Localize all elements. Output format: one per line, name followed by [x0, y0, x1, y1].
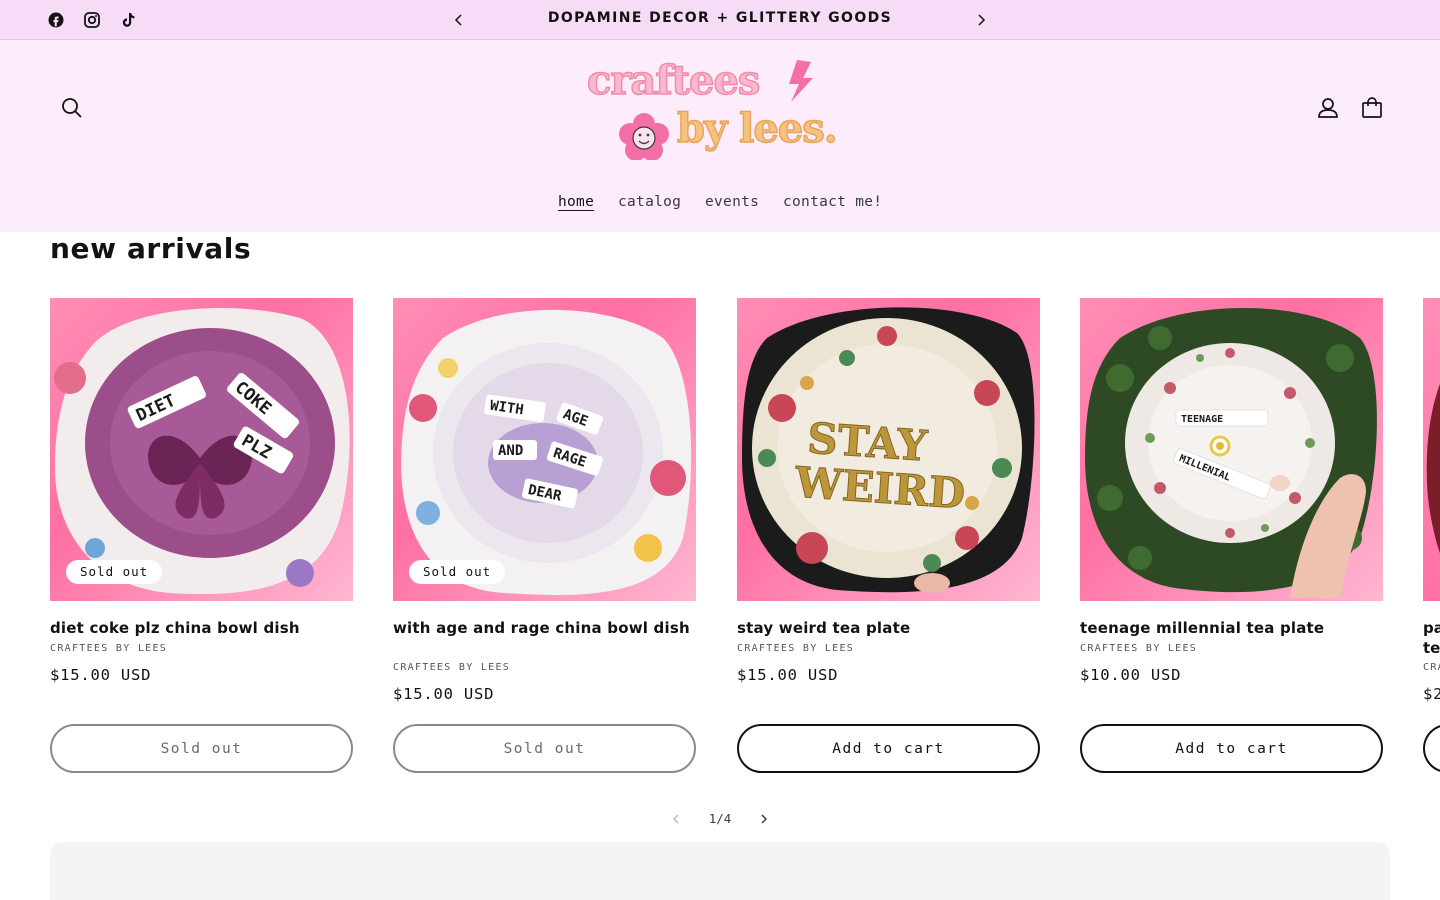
product-vendor: CRAFTEES BY LEES — [1080, 643, 1198, 654]
nav-home[interactable]: home — [558, 194, 594, 210]
product-vendor: CRAFTEES BY LEES — [737, 643, 855, 654]
announcement-bar: DOPAMINE DECOR + GLITTERY GOODS — [0, 0, 1440, 40]
announcement-text: DOPAMINE DECOR + GLITTERY GOODS — [547, 10, 893, 26]
sold-out-badge: Sold out — [409, 560, 506, 584]
product-vendor: CRAFTEES BY LEES — [393, 662, 511, 673]
slider-counter: 1/4 — [708, 811, 732, 826]
plate-text: AND — [498, 443, 523, 459]
product-image[interactable]: STAY WEIRD — [737, 298, 1040, 601]
sold-out-button[interactable]: Sold out — [393, 724, 696, 773]
add-to-cart-button-peek[interactable] — [1423, 724, 1440, 773]
product-vendor: CRAFTEES BY LEES — [50, 643, 168, 654]
product-title[interactable]: diet coke plz china bowl dish — [50, 618, 353, 638]
add-to-cart-button[interactable]: Add to cart — [1080, 724, 1383, 773]
account-icon[interactable] — [1315, 95, 1341, 121]
product-price: $15.00 USD — [50, 666, 152, 684]
add-to-cart-button[interactable]: Add to cart — [737, 724, 1040, 773]
peek-title-line: pa — [1423, 619, 1440, 637]
flower-icon — [619, 113, 669, 160]
product-price-peek: $2 — [1423, 685, 1440, 703]
product-title[interactable]: stay weird tea plate — [737, 618, 1040, 638]
product-title[interactable]: with age and rage china bowl dish — [393, 618, 696, 638]
slider-next-icon[interactable] — [756, 810, 772, 828]
site-header: craftees by lees. home catalog events co… — [0, 40, 1440, 232]
peek-title-line: te — [1423, 639, 1440, 657]
tiktok-icon[interactable] — [119, 11, 137, 29]
nav-contact[interactable]: contact me! — [783, 194, 882, 210]
plate-text: TEENAGE — [1181, 414, 1223, 425]
instagram-icon[interactable] — [83, 11, 101, 29]
product-title[interactable]: teenage millennial tea plate — [1080, 618, 1383, 638]
svg-text:craftees: craftees — [587, 57, 759, 104]
product-image[interactable]: DIET COKE PLZ Sold out — [50, 298, 353, 601]
slider-prev-icon[interactable] — [668, 810, 684, 828]
product-image-peek[interactable] — [1423, 298, 1440, 601]
product-price: $10.00 USD — [1080, 666, 1182, 684]
sold-out-button[interactable]: Sold out — [50, 724, 353, 773]
product-price: $15.00 USD — [393, 685, 495, 703]
announcement-next-icon[interactable] — [973, 12, 989, 28]
site-logo[interactable]: craftees by lees. — [585, 54, 857, 160]
product-title-peek[interactable]: pa te — [1423, 618, 1440, 658]
facebook-icon[interactable] — [47, 11, 65, 29]
announcement-prev-icon[interactable] — [451, 12, 467, 28]
nav-events[interactable]: events — [705, 194, 759, 210]
svg-text:by lees.: by lees. — [677, 105, 837, 152]
section-title: new arrivals — [50, 232, 252, 265]
search-icon[interactable] — [59, 95, 85, 121]
next-section-panel — [50, 842, 1390, 900]
product-price: $15.00 USD — [737, 666, 839, 684]
nav-catalog[interactable]: catalog — [618, 194, 681, 210]
product-vendor-peek: CRA — [1423, 662, 1440, 673]
product-image[interactable]: TEENAGE MILLENIAL — [1080, 298, 1383, 601]
sold-out-badge: Sold out — [66, 560, 163, 584]
product-image[interactable]: WITH AGE AND RAGE DEAR Sold out — [393, 298, 696, 601]
cart-icon[interactable] — [1359, 95, 1385, 121]
